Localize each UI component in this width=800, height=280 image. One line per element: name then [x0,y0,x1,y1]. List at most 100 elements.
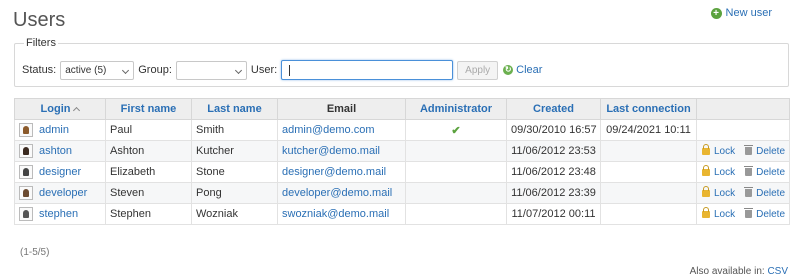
column-header-actions [696,98,790,120]
email-link[interactable]: swozniak@demo.mail [282,208,389,220]
user-login-link[interactable]: developer [39,187,87,199]
new-user-link[interactable]: + New user [710,7,772,19]
new-user-label: New user [725,7,772,19]
lock-icon [701,185,710,197]
users-table: Login First name Last name Email Adminis… [14,98,790,225]
text-cursor [289,65,291,76]
trash-icon [744,166,754,176]
column-header-login[interactable]: Login [14,98,106,120]
email-link[interactable]: kutcher@demo.mail [282,145,380,157]
table-row: designer Elizabeth Stone designer@demo.m… [14,161,790,183]
created-cell: 11/06/2012 23:39 [506,182,601,204]
chevron-down-icon [234,66,242,74]
lock-icon [701,143,710,155]
lock-button[interactable]: Lock [701,185,736,199]
group-label: Group: [138,64,172,76]
avatar [19,186,33,200]
user-login-link[interactable]: stephen [39,208,78,220]
last-connection-cell [600,161,697,183]
filters-fieldset: Filters Status: active (5) Group: User: … [14,37,789,87]
delete-label: Delete [756,145,785,157]
status-label: Status: [22,64,57,76]
last-name-cell: Stone [191,161,278,183]
plus-circle-icon: + [710,7,722,19]
admin-cell [405,140,507,162]
user-label: User: [250,64,278,76]
lock-button[interactable]: Lock [701,206,736,220]
chevron-down-icon [122,66,130,74]
user-login-link[interactable]: admin [39,124,69,136]
lock-label: Lock [713,145,736,157]
delete-button[interactable]: Delete [744,145,785,157]
column-header-created[interactable]: Created [506,98,601,120]
email-link[interactable]: admin@demo.com [282,124,374,136]
delete-label: Delete [756,208,785,220]
status-select[interactable]: active (5) [60,60,135,80]
table-row: admin Paul Smith admin@demo.com ✔ 09/30/… [14,119,790,141]
delete-button[interactable]: Delete [744,187,785,199]
actions-cell [696,119,790,141]
last-connection-cell: 09/24/2021 10:11 [600,119,697,141]
lock-button[interactable]: Lock [701,164,736,178]
first-name-cell: Ashton [105,140,192,162]
csv-export-link[interactable]: CSV [767,266,788,277]
page-title: Users [13,9,66,31]
user-login-link[interactable]: ashton [39,145,72,157]
user-input[interactable] [281,60,454,80]
avatar [19,207,33,221]
created-cell: 11/07/2012 00:11 [506,203,601,225]
table-row: ashton Ashton Kutcher kutcher@demo.mail … [14,140,790,162]
filter-row: Status: active (5) Group: User: Apply ↻ … [22,60,542,80]
last-name-cell: Smith [191,119,278,141]
last-connection-cell [600,140,697,162]
trash-icon [744,208,754,218]
created-cell: 11/06/2012 23:53 [506,140,601,162]
sort-asc-icon [73,106,81,115]
email-link[interactable]: developer@demo.mail [282,187,392,199]
status-select-value: active (5) [65,64,107,76]
email-link[interactable]: designer@demo.mail [282,166,386,178]
first-name-cell: Steven [105,182,192,204]
admin-cell [405,161,507,183]
check-icon: ✔ [451,124,461,137]
column-header-email: Email [277,98,406,120]
lock-icon [701,164,710,176]
also-available-label: Also available in: [689,266,765,277]
delete-button[interactable]: Delete [744,166,785,178]
admin-cell [405,182,507,204]
lock-label: Lock [713,208,736,220]
column-header-last-name[interactable]: Last name [191,98,278,120]
last-name-cell: Wozniak [191,203,278,225]
group-select[interactable] [175,60,247,80]
column-header-last-connection[interactable]: Last connection [600,98,697,120]
trash-icon [744,187,754,197]
last-connection-cell [600,182,697,204]
delete-label: Delete [756,187,785,199]
first-name-cell: Stephen [105,203,192,225]
avatar [19,123,33,137]
admin-cell [405,203,507,225]
apply-button[interactable]: Apply [457,60,499,80]
created-cell: 11/06/2012 23:48 [506,161,601,183]
pagination-info: (1-5/5) [20,247,50,258]
avatar [19,144,33,158]
created-cell: 09/30/2010 16:57 [506,119,601,141]
lock-button[interactable]: Lock [701,143,736,157]
column-header-administrator[interactable]: Administrator [405,98,507,120]
other-formats: Also available in: CSV [690,266,788,277]
trash-icon [744,145,754,155]
first-name-cell: Paul [105,119,192,141]
clear-link[interactable]: ↻ Clear [503,64,542,76]
delete-button[interactable]: Delete [744,208,785,220]
table-row: developer Steven Pong developer@demo.mai… [14,182,790,204]
first-name-cell: Elizabeth [105,161,192,183]
user-login-link[interactable]: designer [39,166,81,178]
clear-label: Clear [516,64,543,76]
column-header-first-name[interactable]: First name [105,98,192,120]
last-name-cell: Kutcher [191,140,278,162]
lock-label: Lock [713,187,736,199]
refresh-icon: ↻ [503,65,514,75]
lock-label: Lock [713,166,736,178]
filters-legend: Filters [24,37,58,49]
avatar [19,165,33,179]
